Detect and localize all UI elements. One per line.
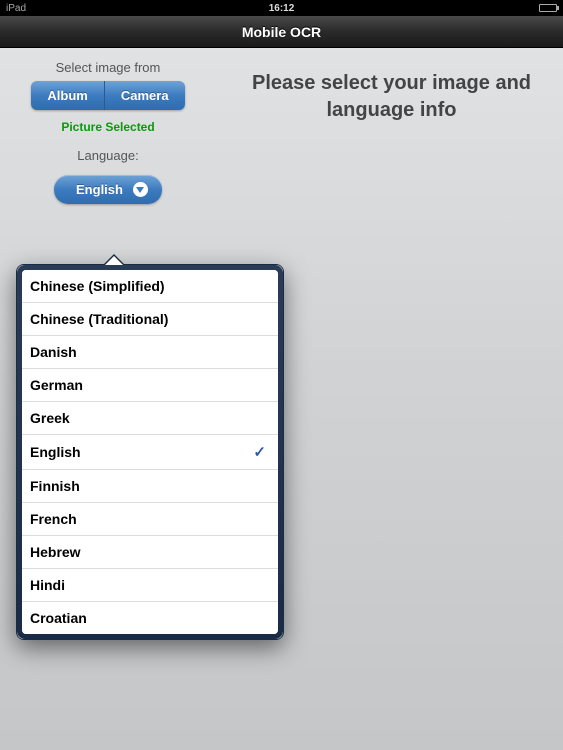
battery-icon: [539, 4, 557, 12]
status-carrier: iPad: [6, 3, 26, 14]
language-option-label: Hebrew: [30, 544, 81, 560]
language-popover: Chinese (Simplified) Chinese (Traditional…: [16, 264, 284, 640]
image-source-segmented-control: Album Camera: [31, 81, 184, 110]
language-option-label: Greek: [30, 410, 70, 426]
source-label: Select image from: [0, 60, 216, 75]
language-option-label: German: [30, 377, 83, 393]
language-option-label: Croatian: [30, 610, 87, 626]
language-option-label: Chinese (Traditional): [30, 311, 168, 327]
language-picker-value: English: [76, 182, 123, 197]
language-option-label: Hindi: [30, 577, 65, 593]
language-option-label: Chinese (Simplified): [30, 278, 165, 294]
picture-status-text: Picture Selected: [0, 120, 216, 134]
camera-button[interactable]: Camera: [105, 81, 185, 110]
language-option[interactable]: English ✓: [22, 435, 278, 470]
language-option[interactable]: French: [22, 503, 278, 536]
chevron-down-icon: [133, 182, 148, 197]
language-option[interactable]: Croatian: [22, 602, 278, 634]
language-option[interactable]: German: [22, 369, 278, 402]
language-list: Chinese (Simplified) Chinese (Traditional…: [22, 270, 278, 634]
main-prompt: Please select your image and language in…: [230, 70, 553, 124]
status-time: 16:12: [269, 3, 295, 14]
language-option-label: Finnish: [30, 478, 80, 494]
language-label: Language:: [0, 148, 216, 163]
status-bar: iPad 16:12: [0, 0, 563, 16]
language-option[interactable]: Danish: [22, 336, 278, 369]
language-option[interactable]: Finnish: [22, 470, 278, 503]
nav-bar: Mobile OCR: [0, 16, 563, 48]
page-title: Mobile OCR: [242, 24, 321, 40]
language-option[interactable]: Hebrew: [22, 536, 278, 569]
language-option[interactable]: Hindi: [22, 569, 278, 602]
language-option[interactable]: Chinese (Traditional): [22, 303, 278, 336]
language-option-label: Danish: [30, 344, 77, 360]
language-option[interactable]: Chinese (Simplified): [22, 270, 278, 303]
album-button[interactable]: Album: [31, 81, 104, 110]
status-battery: [539, 4, 557, 12]
language-option-label: English: [30, 444, 81, 460]
language-option[interactable]: Greek: [22, 402, 278, 435]
language-option-label: French: [30, 511, 77, 527]
checkmark-icon: ✓: [253, 443, 266, 461]
language-picker-button[interactable]: English: [54, 175, 162, 204]
left-panel: Select image from Album Camera Picture S…: [0, 60, 216, 204]
